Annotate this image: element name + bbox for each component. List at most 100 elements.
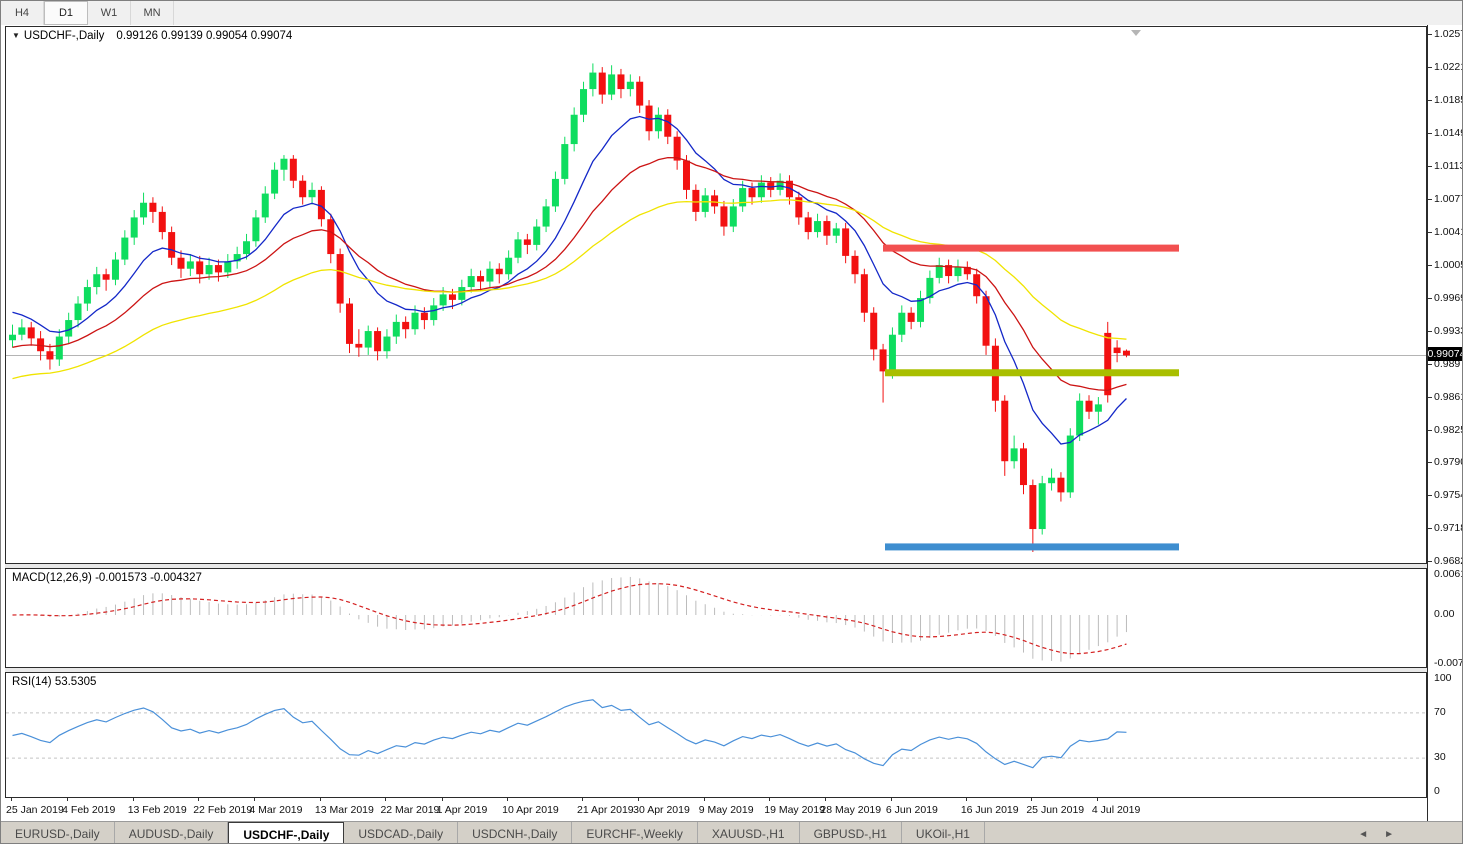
tab-eurchf-weekly[interactable]: EURCHF-,Weekly	[572, 822, 698, 843]
ohlc-values: 0.99126 0.99139 0.99054 0.99074	[116, 30, 293, 42]
date-label: 13 Feb 2019	[127, 804, 187, 816]
date-tick-mark	[1031, 798, 1033, 801]
mid-support-ray[interactable]	[885, 369, 1179, 377]
date-label: 30 Apr 2019	[633, 804, 690, 816]
macd-tick-label: 0.00613	[1434, 568, 1462, 581]
chart-tabbar: EURUSD-,Daily AUDUSD-,Daily USDCHF-,Daily U…	[1, 821, 1462, 843]
price-tick-label: 0.96820	[1434, 555, 1462, 568]
tab-ukoil-h1[interactable]: UKOil-,H1	[902, 822, 985, 843]
date-tick-mark	[638, 798, 640, 801]
date-label: 9 May 2019	[698, 804, 754, 816]
date-tick-mark	[769, 798, 771, 801]
date-tick-mark	[441, 798, 443, 801]
price-tick-mark	[1428, 264, 1432, 266]
price-tick-label: 0.97900	[1434, 456, 1462, 469]
chart-shift-marker-icon	[1131, 30, 1141, 36]
rsi-line	[12, 699, 1127, 769]
price-tick-mark	[1428, 66, 1432, 68]
date-label: 6 Jun 2019	[885, 804, 938, 816]
price-tick-label: 0.99330	[1434, 324, 1462, 337]
price-tick-mark	[1428, 198, 1432, 200]
date-label: 4 Jul 2019	[1091, 804, 1141, 816]
timeframe-toolbar: H4 D1 W1 MN	[1, 1, 1462, 26]
price-tick-mark	[1428, 34, 1432, 35]
date-tick-mark	[254, 798, 256, 801]
tab-eurusd-daily[interactable]: EURUSD-,Daily	[1, 822, 115, 843]
price-tick-mark	[1428, 561, 1432, 563]
date-tick-mark	[132, 798, 134, 801]
date-label: 28 May 2019	[820, 804, 882, 816]
timeframe-button-w1[interactable]: W1	[88, 1, 131, 25]
date-label: 22 Mar 2019	[380, 804, 440, 816]
price-tick-label: 0.97540	[1434, 489, 1462, 502]
price-tick-label: 1.02210	[1434, 60, 1462, 73]
macd-chart[interactable]	[6, 569, 1426, 667]
date-label: 4 Mar 2019	[249, 804, 303, 816]
macd-label: MACD(12,26,9) -0.001573 -0.004327	[12, 572, 202, 584]
resistance-ray[interactable]	[883, 244, 1179, 252]
candlestick-chart[interactable]	[6, 27, 1426, 563]
price-tick-mark	[1428, 132, 1432, 134]
tab-scroll-left-icon[interactable]: ◄	[1358, 829, 1368, 840]
rsi-tick-label: 0	[1434, 785, 1440, 797]
price-tick-label: 1.02570	[1434, 28, 1462, 40]
macd-tick-label: -0.007612	[1434, 657, 1463, 670]
price-tick-label: 0.98250	[1434, 423, 1462, 436]
date-tick-mark	[11, 798, 12, 801]
price-tick-mark	[1428, 99, 1432, 101]
date-label: 22 Feb 2019	[193, 804, 253, 816]
tab-usdcnh-daily[interactable]: USDCNH-,Daily	[458, 822, 573, 843]
price-tick-mark	[1428, 429, 1432, 431]
date-axis[interactable]: 25 Jan 2019 4 Feb 2019 13 Feb 2019 22 Feb 2…	[5, 798, 1427, 821]
macd-panel[interactable]: MACD(12,26,9) -0.001573 -0.004327	[5, 568, 1427, 668]
date-label: 16 Jun 2019	[960, 804, 1019, 816]
date-tick-mark	[67, 798, 69, 801]
date-tick-mark	[703, 798, 705, 801]
timeframe-button-mn[interactable]: MN	[131, 1, 174, 25]
price-tick-mark	[1428, 396, 1432, 398]
date-label: 21 Apr 2019	[577, 804, 634, 816]
price-tick-label: 0.97180	[1434, 522, 1462, 535]
rsi-chart[interactable]	[6, 673, 1426, 797]
price-tick-label: 1.01850	[1434, 93, 1462, 106]
price-tick-label: 1.00050	[1434, 258, 1462, 271]
price-tick-label: 1.01490	[1434, 126, 1462, 139]
date-tick-mark	[507, 798, 509, 801]
date-label: 19 May 2019	[764, 804, 825, 816]
rsi-tick-label: 100	[1434, 672, 1452, 684]
tab-audusd-daily[interactable]: AUDUSD-,Daily	[115, 822, 229, 843]
macd-tick-label: 0.00	[1434, 608, 1455, 620]
timeframe-button-h4[interactable]: H4	[1, 1, 44, 25]
rsi-panel[interactable]: RSI(14) 53.5305	[5, 672, 1427, 798]
main-chart-panel[interactable]: ▼ USDCHF-,Daily 0.99126 0.99139 0.99054 0.…	[5, 26, 1427, 564]
rsi-tick-label: 70	[1434, 705, 1446, 718]
price-tick-label: 0.99690	[1434, 291, 1462, 304]
tab-usdchf-daily[interactable]: USDCHF-,Daily	[228, 822, 345, 843]
price-tick-label: 1.01130	[1434, 159, 1462, 172]
price-tick-mark	[1428, 528, 1432, 530]
date-tick-mark	[319, 798, 321, 801]
price-tick-label: 1.00770	[1434, 192, 1462, 205]
price-tick-label: 0.98610	[1434, 390, 1462, 403]
low-support-ray[interactable]	[885, 543, 1179, 551]
price-tick-label: 1.00410	[1434, 225, 1462, 238]
date-tick-mark	[965, 798, 967, 801]
price-tick-mark	[1428, 495, 1432, 497]
price-tick-mark	[1428, 363, 1432, 365]
date-tick-mark	[385, 798, 387, 801]
price-tick-mark	[1428, 297, 1432, 299]
rsi-tick-label: 30	[1434, 751, 1446, 764]
timeframe-button-d1[interactable]: D1	[44, 1, 88, 25]
collapse-arrow-icon[interactable]: ▼	[12, 31, 20, 40]
price-axis[interactable]: 1.02570 1.02210 1.01850 1.01490 1.01130 1.007…	[1427, 25, 1463, 821]
tab-xauusd-h1[interactable]: XAUUSD-,H1	[698, 822, 800, 843]
ema-45-line	[12, 199, 1127, 380]
tab-scroll-right-icon[interactable]: ►	[1384, 829, 1394, 840]
date-label: 25 Jan 2019	[6, 804, 64, 816]
date-tick-mark	[825, 798, 827, 801]
price-tick-mark	[1428, 330, 1432, 332]
tab-gbpusd-h1[interactable]: GBPUSD-,H1	[800, 822, 902, 843]
chart-area: ▼ USDCHF-,Daily 0.99126 0.99139 0.99054 0.…	[1, 25, 1463, 821]
current-price-badge: 0.99074	[1427, 347, 1463, 362]
tab-usdcad-daily[interactable]: USDCAD-,Daily	[344, 822, 459, 843]
